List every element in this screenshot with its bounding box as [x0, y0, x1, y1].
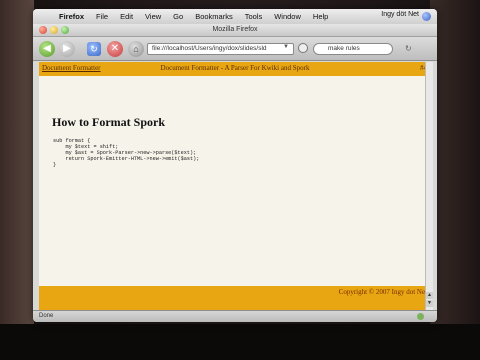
- forward-icon[interactable]: ▶: [59, 41, 75, 57]
- mac-menubar: Firefox File Edit View Go Bookmarks Tool…: [33, 9, 437, 24]
- left-wall: [0, 0, 34, 360]
- spotlight-icon[interactable]: [422, 12, 431, 21]
- menu-window[interactable]: Window: [274, 12, 301, 21]
- scroll-up-icon[interactable]: ▲: [426, 292, 433, 299]
- copyright-text: Copyright © 2007 Ingy dot Net: [338, 288, 427, 296]
- vertical-scrollbar[interactable]: [425, 62, 433, 310]
- menu-file[interactable]: File: [96, 12, 108, 21]
- right-wall: [430, 0, 480, 360]
- menu-edit[interactable]: Edit: [120, 12, 133, 21]
- window-titlebar: Mozilla Firefox: [33, 24, 437, 37]
- slide-header-title: Document Formatter - A Parser For Kwiki …: [160, 64, 310, 72]
- scroll-down-icon[interactable]: ▼: [426, 300, 433, 307]
- status-text: Done: [39, 313, 54, 319]
- status-bar: Done: [33, 310, 437, 322]
- window-title: Mozilla Firefox: [212, 26, 258, 33]
- search-input[interactable]: make rules: [313, 43, 393, 55]
- stop-icon[interactable]: ✕: [107, 41, 123, 57]
- toolbar-reload-icon[interactable]: ↻: [405, 44, 412, 53]
- floor: [0, 324, 480, 360]
- go-button[interactable]: [298, 43, 308, 53]
- reload-icon[interactable]: ↻: [87, 42, 101, 56]
- code-block: sub format { my $text = shift; my $ast =…: [53, 138, 200, 168]
- menu-tools[interactable]: Tools: [245, 12, 263, 21]
- slide-title: How to Format Spork: [52, 115, 165, 129]
- menubar-user-name: Ingy döt Net: [381, 11, 419, 18]
- navigation-toolbar: ◀ ▶ ↻ ✕ ⌂ file:///localhost/Users/ingy/d…: [33, 37, 437, 61]
- projected-screen: Firefox File Edit View Go Bookmarks Tool…: [33, 9, 437, 322]
- status-indicator-icon: [417, 313, 424, 320]
- url-dropdown-icon[interactable]: ▼: [283, 44, 289, 50]
- slide-footer-bar: Copyright © 2007 Ingy dot Net: [39, 286, 431, 310]
- page-content: Document Formatter Document Formatter - …: [39, 62, 431, 310]
- menu-go[interactable]: Go: [173, 12, 183, 21]
- apple-icon[interactable]: [41, 12, 49, 21]
- home-icon[interactable]: ⌂: [128, 41, 144, 57]
- back-icon[interactable]: ◀: [39, 41, 55, 57]
- menu-view[interactable]: View: [145, 12, 161, 21]
- menu-bookmarks[interactable]: Bookmarks: [195, 12, 233, 21]
- menu-help[interactable]: Help: [313, 12, 328, 21]
- menu-firefox[interactable]: Firefox: [59, 12, 84, 21]
- slide-header-bar: Document Formatter Document Formatter - …: [39, 62, 431, 76]
- url-input[interactable]: file:///localhost/Users/ingy/dox/slides/…: [147, 43, 294, 55]
